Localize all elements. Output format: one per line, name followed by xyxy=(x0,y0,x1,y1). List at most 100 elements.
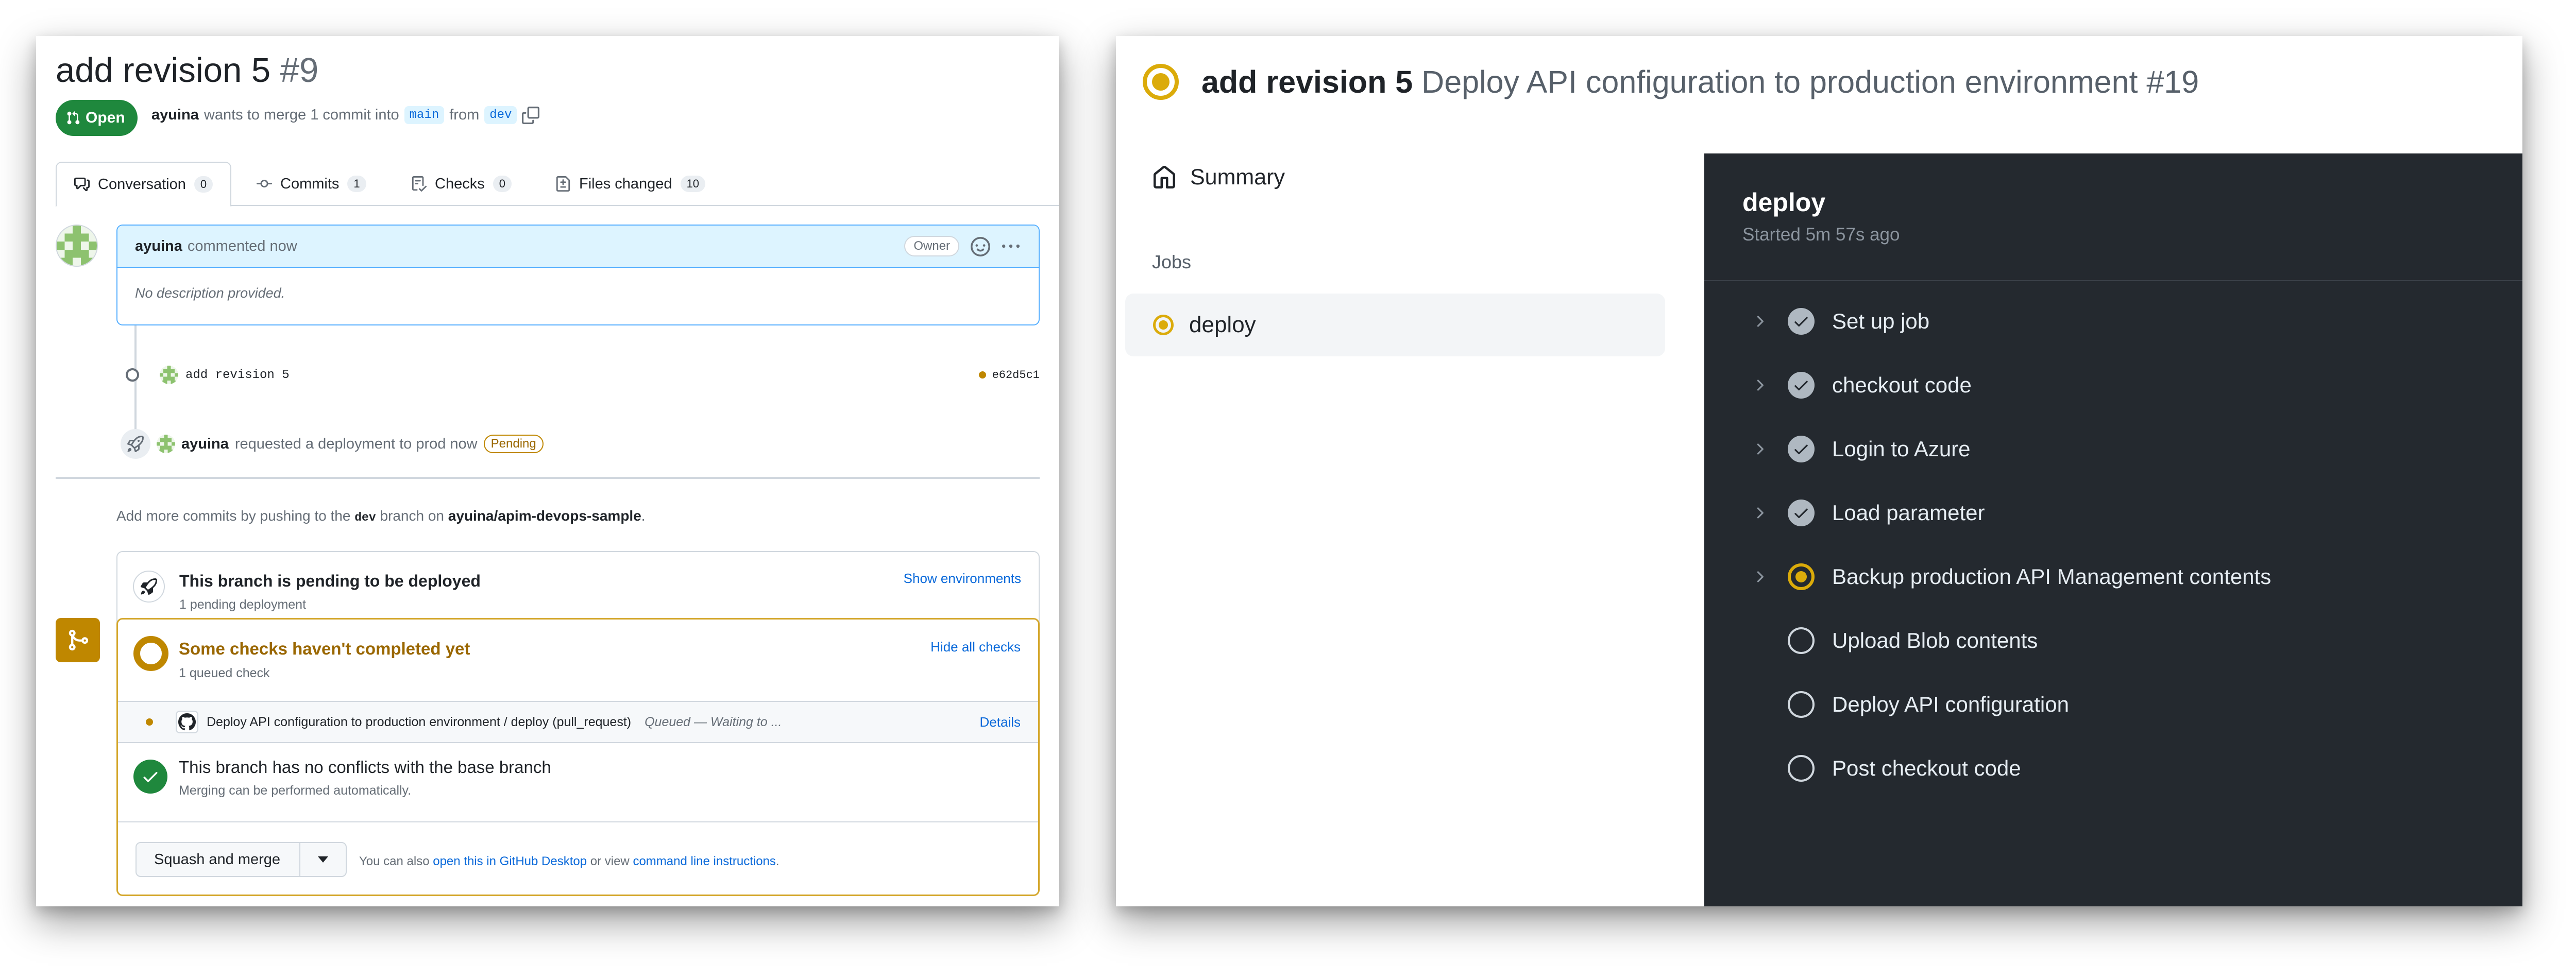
tab-commits[interactable]: Commits 1 xyxy=(257,162,366,206)
in-progress-status-icon xyxy=(1153,315,1174,335)
commit-status: e62d5c1 xyxy=(978,369,1040,382)
alt-middle: or view xyxy=(590,854,630,868)
git-commit-icon xyxy=(257,180,272,188)
job-started: Started 5m 57s ago xyxy=(1742,225,1900,245)
rocket-icon xyxy=(121,429,150,459)
tab-commits-count: 1 xyxy=(347,176,366,192)
check-circle-icon xyxy=(133,760,167,794)
git-pull-request-icon xyxy=(67,111,80,125)
merge-text: wants to merge 1 commit into xyxy=(204,107,399,123)
run-title-workflow: Deploy API configuration to production e… xyxy=(1421,64,2199,99)
pending-status-icon xyxy=(133,636,168,671)
pr-author-link[interactable]: ayuina xyxy=(151,107,199,124)
commit-sha-link[interactable]: e62d5c1 xyxy=(992,369,1040,382)
check-circle-icon xyxy=(1788,308,1815,335)
head-branch[interactable]: dev xyxy=(484,106,517,124)
deployment-author[interactable]: ayuina xyxy=(181,436,229,453)
tab-files-changed-count: 10 xyxy=(680,176,706,192)
step-label: Post checkout code xyxy=(1832,756,2021,780)
job-step[interactable]: Login to Azure xyxy=(1704,423,2522,475)
job-log-panel: deploy Started 5m 57s ago Set up job che… xyxy=(1704,153,2522,906)
check-details-link[interactable]: Details xyxy=(980,714,1021,730)
chevron-right-icon xyxy=(1757,443,1764,455)
pr-state-label: Open xyxy=(86,109,125,126)
job-step[interactable]: Set up job xyxy=(1704,296,2522,347)
tab-checks[interactable]: Checks 0 xyxy=(411,162,512,206)
chevron-right-icon xyxy=(1757,507,1764,519)
triangle-down-icon xyxy=(318,856,328,863)
hide-all-checks-button[interactable]: Hide all checks xyxy=(930,639,1021,655)
hint-middle: branch on xyxy=(380,508,444,524)
job-step[interactable]: Load parameter xyxy=(1704,487,2522,539)
github-actions-icon xyxy=(176,711,198,733)
git-commit-icon xyxy=(126,368,139,382)
workflow-run-panel: add revision 5 Deploy API configuration … xyxy=(1116,36,2522,906)
repo-link[interactable]: ayuina/apim-devops-sample xyxy=(448,508,641,524)
base-branch[interactable]: main xyxy=(404,106,445,124)
environment-title: This branch is pending to be deployed xyxy=(179,572,481,590)
show-environments-button[interactable]: Show environments xyxy=(904,571,1021,587)
avatar[interactable] xyxy=(160,366,178,384)
check-run-status: Queued — Waiting to ... xyxy=(645,714,782,729)
step-label: Deploy API configuration xyxy=(1832,692,2069,716)
queued-status-icon xyxy=(146,718,153,726)
pr-title: add revision 5 #9 xyxy=(56,50,318,90)
tab-conversation-label: Conversation xyxy=(98,176,186,193)
checks-title: Some checks haven't completed yet xyxy=(179,639,470,658)
tab-conversation[interactable]: Conversation 0 xyxy=(56,162,232,207)
merge-method-dropdown[interactable] xyxy=(300,843,346,876)
sidebar-item-deploy-job[interactable]: deploy xyxy=(1125,294,1665,356)
job-label: deploy xyxy=(1189,312,1256,337)
open-in-desktop-link[interactable]: open this in GitHub Desktop xyxy=(433,854,587,868)
sidebar-item-summary[interactable]: Summary xyxy=(1152,165,1285,190)
comment-box: ayuina commented now Owner No descriptio… xyxy=(116,225,1040,325)
in-progress-status-icon xyxy=(1143,64,1179,100)
copy-icon[interactable] xyxy=(522,106,540,124)
job-step[interactable]: checkout code xyxy=(1704,359,2522,411)
check-run-row: Deploy API configuration to production e… xyxy=(118,702,1038,743)
tab-files-changed[interactable]: Files changed 10 xyxy=(555,162,706,206)
check-circle-icon xyxy=(1788,436,1815,462)
checks-subtitle: 1 queued check xyxy=(179,666,270,680)
run-title-commit: add revision 5 xyxy=(1201,64,1413,99)
no-conflicts-title: This branch has no conflicts with the ba… xyxy=(179,758,551,777)
chevron-right-icon xyxy=(1757,571,1764,582)
merge-text-from: from xyxy=(449,107,480,123)
tab-checks-count: 0 xyxy=(493,176,512,192)
no-conflicts-subtitle: Merging can be performed automatically. xyxy=(179,783,412,798)
tab-checks-label: Checks xyxy=(435,175,485,192)
squash-and-merge-button[interactable]: Squash and merge xyxy=(137,843,300,876)
alt-prefix: You can also xyxy=(359,854,430,868)
pull-request-panel: add revision 5 #9 Open ayuina wants to m… xyxy=(36,36,1059,906)
avatar[interactable] xyxy=(157,435,175,453)
check-circle-icon xyxy=(1788,372,1815,399)
pr-title-text: add revision 5 xyxy=(56,51,271,90)
tab-conversation-count: 0 xyxy=(194,176,213,193)
job-log-header: deploy Started 5m 57s ago xyxy=(1704,153,2522,281)
job-name: deploy xyxy=(1742,188,1826,217)
comment-author[interactable]: ayuina xyxy=(135,238,182,255)
commit-message-link[interactable]: add revision 5 xyxy=(185,368,290,382)
queued-circle-icon xyxy=(1788,627,1815,654)
job-step: Post checkout code xyxy=(1704,743,2522,794)
hint-prefix: Add more commits by pushing to the xyxy=(116,508,351,524)
pending-status-icon[interactable] xyxy=(978,371,986,379)
deployment-event: ayuina requested a deployment to prod no… xyxy=(121,428,544,459)
run-title: add revision 5 Deploy API configuration … xyxy=(1201,64,2199,100)
checklist-icon xyxy=(412,176,427,192)
timeline-divider xyxy=(56,477,1040,479)
job-step[interactable]: Backup production API Management content… xyxy=(1704,551,2522,603)
hint-suffix: . xyxy=(641,508,646,524)
environment-subtitle: 1 pending deployment xyxy=(179,597,307,612)
smiley-icon[interactable] xyxy=(971,237,990,256)
comment-body: No description provided. xyxy=(135,285,285,301)
pending-badge: Pending xyxy=(483,435,544,453)
command-line-instructions-link[interactable]: command line instructions xyxy=(633,854,775,868)
comment-timestamp[interactable]: commented now xyxy=(188,238,297,255)
step-label: Upload Blob contents xyxy=(1832,628,2038,652)
kebab-horizontal-icon[interactable] xyxy=(1001,238,1021,255)
step-label: Load parameter xyxy=(1832,501,1985,525)
tab-files-changed-label: Files changed xyxy=(579,175,672,192)
avatar[interactable] xyxy=(56,225,98,267)
checks-header: Some checks haven't completed yet 1 queu… xyxy=(118,620,1038,702)
